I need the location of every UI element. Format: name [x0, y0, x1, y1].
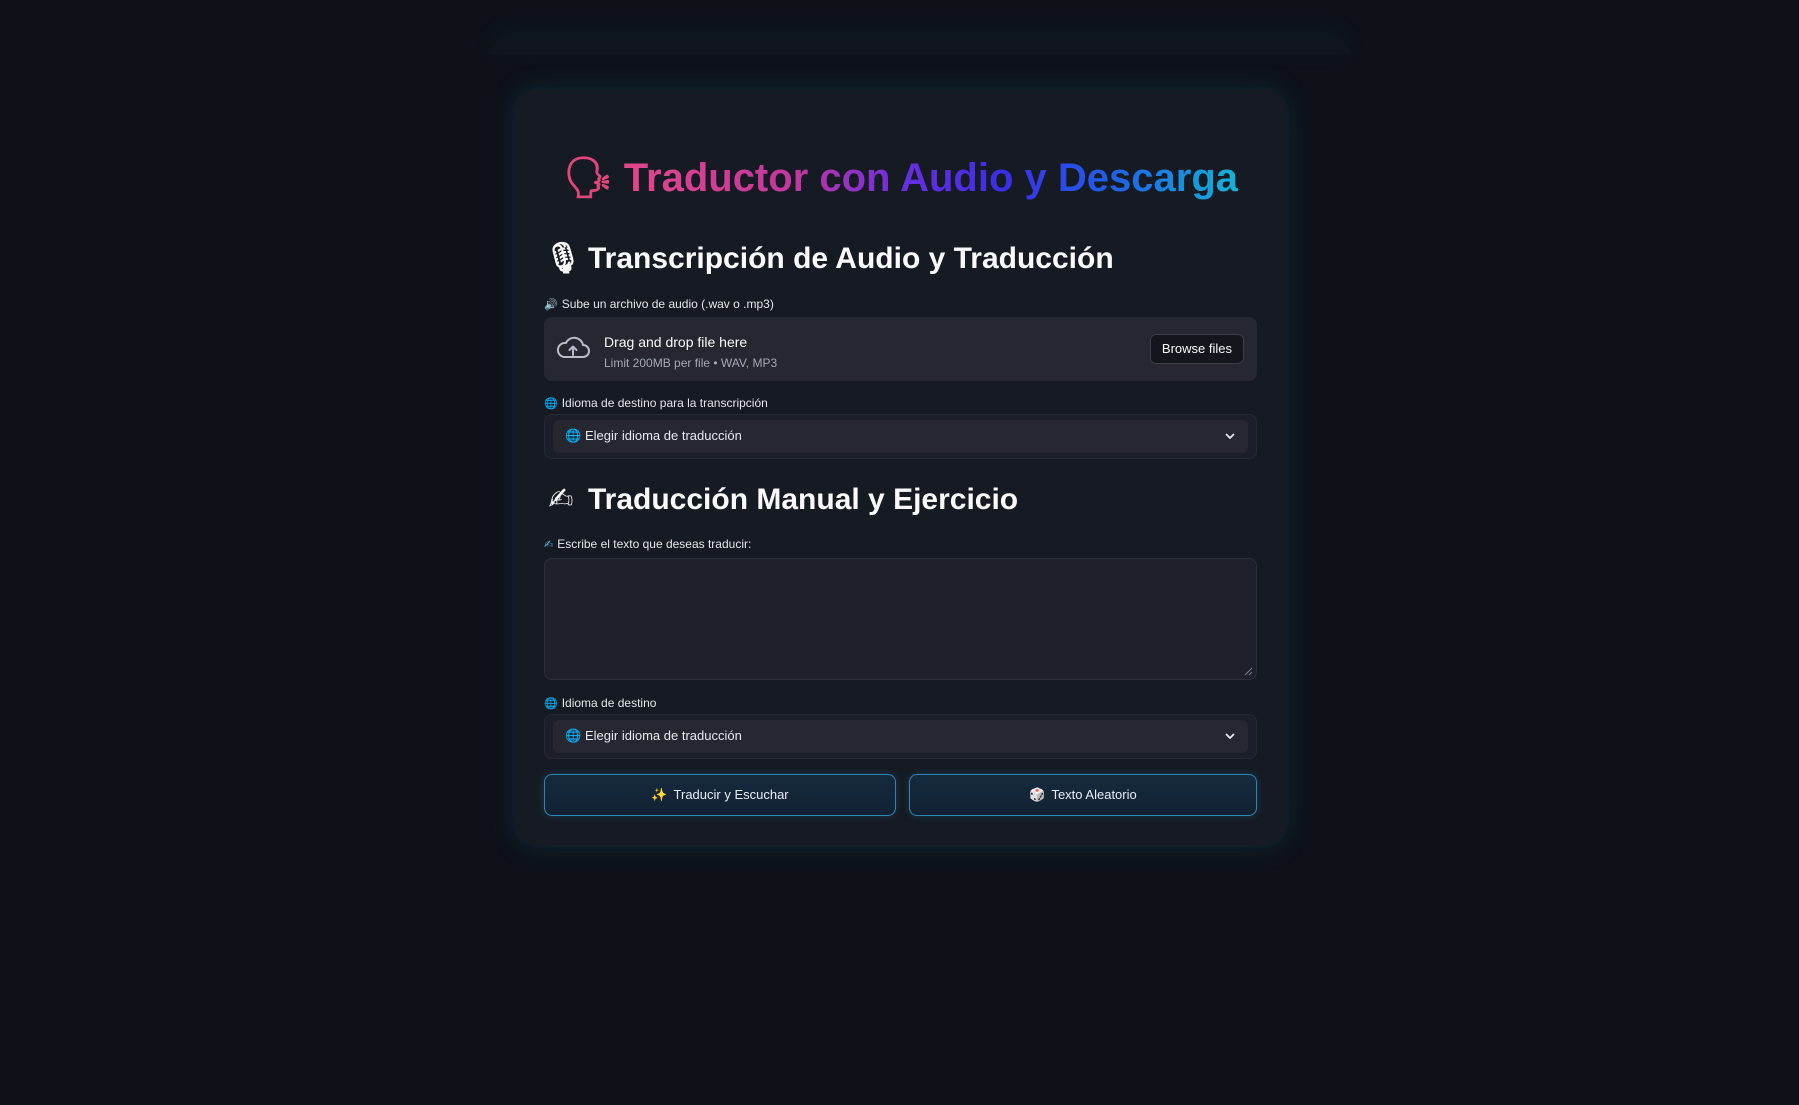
resize-handle-icon[interactable]: [1243, 666, 1253, 676]
manual-language-select-container: 🌐 Elegir idioma de traducción: [544, 714, 1257, 759]
manual-language-label-text: Idioma de destino: [561, 696, 657, 710]
globe-icon: 🌐: [565, 428, 582, 443]
transcription-language-selected-value: Elegir idioma de traducción: [585, 428, 742, 443]
main-card: 🗣 Traductor con Audio y Descarga 🎙 Transcr…: [514, 89, 1287, 846]
page-title-text: Traductor con Audio y Descarga: [623, 156, 1238, 200]
translate-and-listen-label: Traducir y Escuchar: [673, 787, 789, 802]
microphone-icon: 🎙: [544, 242, 583, 275]
random-text-button[interactable]: 🎲 Texto Aleatorio: [909, 774, 1257, 816]
translate-and-listen-button[interactable]: ✨ Traducir y Escuchar: [544, 774, 896, 816]
sparkles-icon: ✨: [651, 787, 668, 802]
transcription-section-title-text: Transcripción de Audio y Traducción: [588, 242, 1114, 275]
random-text-label: Texto Aleatorio: [1051, 787, 1137, 802]
globe-icon: 🌐: [565, 728, 582, 743]
manual-language-label: 🌐 Idioma de destino: [544, 696, 656, 710]
chevron-down-icon: [1225, 733, 1235, 739]
dropzone-limit-text: Limit 200MB per file • WAV, MP3: [604, 356, 778, 370]
transcription-section-title: 🎙 Transcripción de Audio y Traducción: [544, 241, 1114, 276]
transcription-language-select-container: 🌐 Elegir idioma de traducción: [544, 414, 1257, 459]
upload-label: 🔊 Sube un archivo de audio (.wav o .mp3): [544, 297, 774, 311]
upload-label-text: Sube un archivo de audio (.wav o .mp3): [561, 297, 774, 311]
writing-hand-icon: ✍: [544, 539, 554, 551]
speaking-head-icon: 🗣: [563, 156, 614, 200]
file-uploader-dropzone[interactable]: Drag and drop file here Limit 200MB per …: [544, 317, 1257, 381]
writing-hand-icon: ✍: [548, 483, 574, 516]
transcription-language-label: 🌐 Idioma de destino para la transcripción: [544, 396, 768, 410]
dropzone-instructions: Drag and drop file here: [604, 334, 748, 350]
manual-language-selected-value: Elegir idioma de traducción: [585, 728, 742, 743]
transcription-language-select[interactable]: 🌐 Elegir idioma de traducción: [553, 420, 1248, 453]
text-input-label: ✍ Escribe el texto que deseas traducir:: [544, 537, 751, 551]
text-to-translate-textarea[interactable]: [544, 558, 1257, 680]
globe-icon: 🌐: [544, 398, 558, 410]
transcription-language-label-text: Idioma de destino para la transcripción: [561, 396, 768, 410]
speaker-icon: 🔊: [544, 299, 558, 311]
page-top-edge: [490, 40, 1350, 54]
browse-files-button[interactable]: Browse files: [1149, 334, 1244, 364]
chevron-down-icon: [1225, 433, 1235, 439]
dice-icon: 🎲: [1029, 787, 1046, 802]
manual-section-title-text: Traducción Manual y Ejercicio: [588, 483, 1019, 516]
globe-icon: 🌐: [544, 698, 558, 710]
page-title: 🗣 Traductor con Audio y Descarga: [544, 154, 1257, 201]
manual-language-select[interactable]: 🌐 Elegir idioma de traducción: [553, 720, 1248, 753]
text-input-label-text: Escribe el texto que deseas traducir:: [557, 537, 752, 551]
manual-section-title: ✍ Traducción Manual y Ejercicio: [544, 482, 1018, 517]
cloud-upload-icon: [556, 336, 590, 358]
